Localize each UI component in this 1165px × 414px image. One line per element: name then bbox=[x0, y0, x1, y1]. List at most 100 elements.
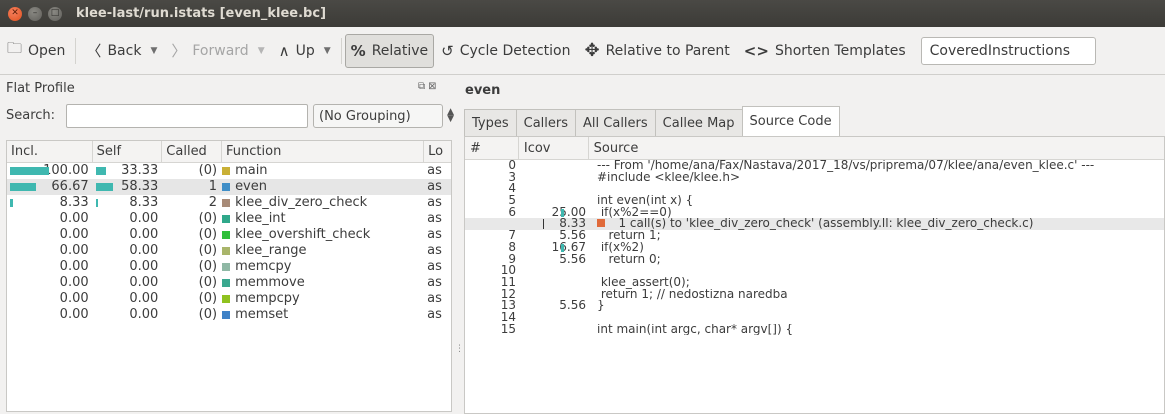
table-row[interactable]: 0.00 0.00 (0) memmove as bbox=[7, 275, 451, 291]
column-header-incl[interactable]: Incl. bbox=[7, 141, 93, 162]
incl-cell: 0.00 bbox=[7, 291, 93, 307]
location-value: as bbox=[427, 307, 442, 322]
relative-to-parent-toggle[interactable]: ✥ Relative to Parent bbox=[577, 33, 736, 69]
column-header-source[interactable]: Source bbox=[589, 137, 1164, 159]
table-row[interactable]: 100.00 33.33 (0) main as bbox=[7, 163, 451, 179]
source-text: #include <klee/klee.h> bbox=[589, 172, 1164, 184]
forward-button[interactable]: 〉 Forward ▼ bbox=[164, 33, 271, 69]
source-code: return 0; bbox=[597, 253, 661, 266]
source-code: if(x%2) bbox=[597, 241, 644, 254]
window-title: klee-last/run.istats [even_klee.bc] bbox=[76, 6, 327, 21]
self-value: 0.00 bbox=[129, 243, 159, 258]
column-header-icov[interactable]: Icov bbox=[519, 137, 589, 159]
tab-callers[interactable]: Callers bbox=[515, 109, 577, 136]
incl-cell: 0.00 bbox=[7, 243, 93, 259]
line-number: 15 bbox=[500, 321, 516, 336]
cycle-detection-toggle[interactable]: ↺ Cycle Detection bbox=[434, 33, 577, 69]
table-row[interactable]: 0.00 0.00 (0) klee_range as bbox=[7, 243, 451, 259]
shorten-templates-toggle[interactable]: <> Shorten Templates bbox=[737, 33, 913, 69]
source-text: klee_assert(0); bbox=[589, 277, 1164, 289]
column-header-line[interactable]: # bbox=[465, 137, 519, 159]
relative-toggle[interactable]: % Relative bbox=[344, 33, 435, 68]
source-line[interactable]: 0 --- From '/home/ana/Fax/Nastava/2017_18… bbox=[465, 159, 1164, 172]
incl-cell: 0.00 bbox=[7, 259, 93, 275]
source-line[interactable]: 11 klee_assert(0); bbox=[465, 276, 1164, 289]
location-value: as bbox=[427, 275, 442, 290]
chevron-down-icon[interactable]: ▼ bbox=[324, 46, 331, 56]
table-row[interactable]: 0.00 0.00 (0) klee_overshift_check as bbox=[7, 227, 451, 243]
source-code: int even(int x) { bbox=[597, 195, 694, 207]
search-label: Search: bbox=[6, 108, 56, 123]
self-bar bbox=[95, 183, 114, 191]
function-color-icon bbox=[222, 263, 231, 271]
grouping-select[interactable]: (No Grouping) ▲ ▼ bbox=[313, 104, 454, 128]
source-text: return 0; bbox=[589, 254, 1164, 266]
flat-profile-panel: Flat Profile ⧉⊠ Search: (No Grouping) ▲ ▼… bbox=[0, 75, 458, 414]
source-line[interactable]: 4 bbox=[465, 183, 1164, 195]
source-header: # Icov Source bbox=[465, 137, 1164, 160]
tab-callee-map[interactable]: Callee Map bbox=[654, 109, 743, 136]
column-header-self[interactable]: Self bbox=[93, 141, 163, 162]
self-value: 0.00 bbox=[129, 275, 159, 290]
tab-types[interactable]: Types bbox=[464, 109, 517, 136]
called-value: 1 bbox=[208, 179, 218, 194]
up-label: Up bbox=[295, 42, 315, 59]
source-text bbox=[589, 183, 1164, 195]
source-code: return 1; // nedostizna naredba bbox=[597, 288, 788, 301]
self-cell: 0.00 bbox=[93, 227, 163, 243]
chevron-down-icon[interactable]: ▼ bbox=[258, 46, 265, 56]
column-header-location[interactable]: Lo bbox=[424, 141, 451, 162]
table-row[interactable]: 0.00 0.00 (0) klee_int as bbox=[7, 211, 451, 227]
table-row[interactable]: 0.00 0.00 (0) memset as bbox=[7, 307, 451, 323]
incl-value: 0.00 bbox=[59, 243, 89, 258]
tab-source-code[interactable]: Source Code bbox=[741, 106, 840, 136]
event-type-select[interactable]: CoveredInstructions bbox=[920, 36, 1096, 65]
incl-cell: 0.00 bbox=[7, 211, 93, 227]
called-value: (0) bbox=[198, 275, 218, 290]
close-panel-icon[interactable]: ⊠ bbox=[428, 81, 439, 92]
source-line[interactable]: 13 5.56} bbox=[465, 299, 1164, 312]
float-panel-icon[interactable]: ⧉ bbox=[418, 81, 428, 92]
called-value: 2 bbox=[208, 195, 218, 210]
source-text: if(x%2) bbox=[589, 242, 1164, 254]
back-label: Back bbox=[107, 42, 142, 59]
function-name: even bbox=[235, 179, 267, 194]
open-button[interactable]: 🗀 Open bbox=[0, 33, 72, 69]
table-row[interactable]: 0.00 0.00 (0) mempcpy as bbox=[7, 291, 451, 307]
source-line[interactable]: 14 bbox=[465, 311, 1164, 324]
function-cell: klee_range bbox=[222, 243, 424, 259]
maximize-window-icon[interactable]: □ bbox=[48, 6, 62, 21]
table-row[interactable]: 66.67 58.33 1 even as bbox=[7, 179, 451, 195]
up-button[interactable]: ∧ Up ▼ bbox=[272, 33, 338, 69]
self-value: 0.00 bbox=[129, 291, 159, 306]
source-line[interactable]: 3 #include <klee/klee.h> bbox=[465, 171, 1164, 184]
column-header-function[interactable]: Function bbox=[222, 141, 425, 162]
function-name: mempcpy bbox=[235, 291, 300, 306]
column-header-called[interactable]: Called bbox=[162, 141, 223, 162]
source-line[interactable]: 9 5.56 return 0; bbox=[465, 253, 1164, 266]
source-code: int main(int argc, char* argv[]) { bbox=[597, 323, 794, 336]
source-text bbox=[589, 265, 1164, 277]
incl-value: 0.00 bbox=[59, 259, 89, 274]
move-arrows-icon: ✥ bbox=[584, 40, 600, 61]
function-color-icon bbox=[222, 183, 231, 191]
self-value: 0.00 bbox=[129, 307, 159, 322]
self-cell: 0.00 bbox=[93, 259, 163, 275]
self-value: 0.00 bbox=[129, 259, 159, 274]
self-value: 0.00 bbox=[129, 211, 159, 226]
back-button[interactable]: 〈 Back ▼ bbox=[79, 33, 164, 69]
source-code: #include <klee/klee.h> bbox=[597, 171, 741, 184]
function-name: main bbox=[235, 163, 268, 178]
function-cell: main bbox=[222, 163, 424, 179]
table-row[interactable]: 8.33 8.33 2 klee_div_zero_check as bbox=[7, 195, 451, 211]
source-line[interactable]: 15 int main(int argc, char* argv[]) { bbox=[465, 321, 1164, 336]
search-input[interactable] bbox=[66, 104, 308, 128]
source-line[interactable]: 10 bbox=[465, 264, 1164, 277]
close-window-icon[interactable]: ✕ bbox=[8, 6, 22, 21]
tab-all-callers[interactable]: All Callers bbox=[575, 109, 656, 136]
table-row[interactable]: 0.00 0.00 (0) memcpy as bbox=[7, 259, 451, 275]
minimize-window-icon[interactable]: – bbox=[28, 6, 42, 21]
incl-value: 0.00 bbox=[59, 291, 89, 306]
percent-icon: % bbox=[350, 41, 366, 60]
chevron-down-icon[interactable]: ▼ bbox=[150, 46, 157, 56]
